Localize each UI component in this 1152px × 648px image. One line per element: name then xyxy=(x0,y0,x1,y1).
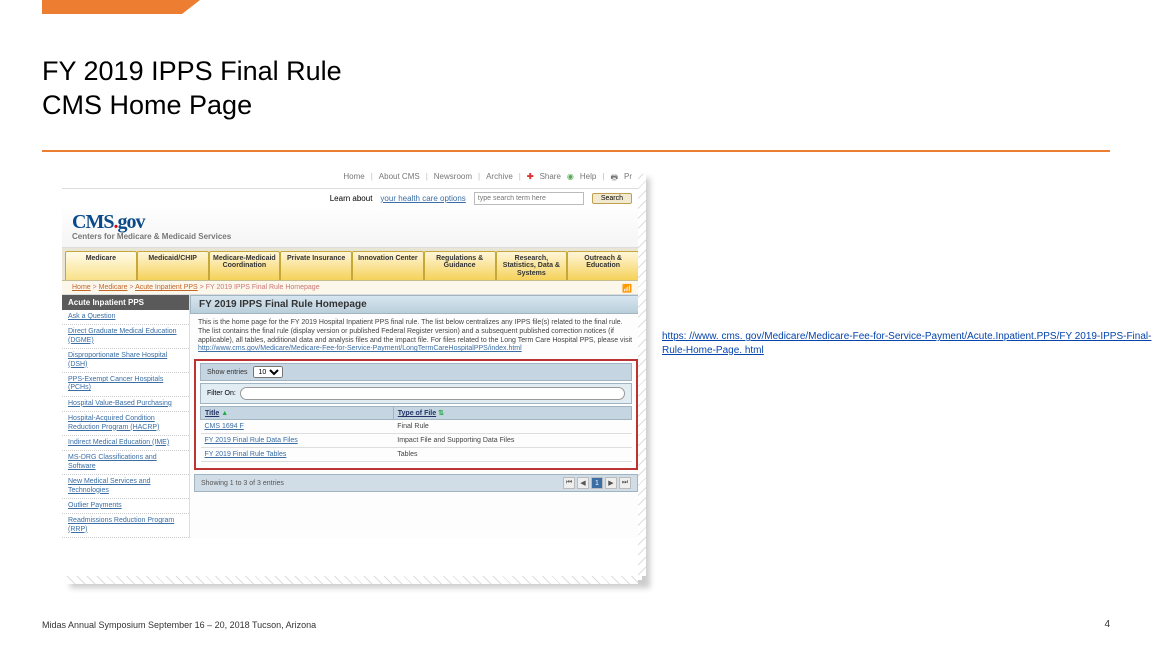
pager-prev-icon[interactable]: ◀ xyxy=(577,477,589,489)
learn-link[interactable]: your health care options xyxy=(380,194,465,203)
th-type[interactable]: Type of File ⇅ xyxy=(393,407,631,420)
tab-private[interactable]: Private Insurance xyxy=(280,251,352,280)
page-number: 4 xyxy=(1104,619,1110,630)
pager-last-icon[interactable]: ⏭ xyxy=(619,477,631,489)
learn-row: Learn about your health care options Sea… xyxy=(62,189,642,208)
cell-type: Final Rule xyxy=(393,420,631,434)
tab-medicare[interactable]: Medicare xyxy=(65,251,137,280)
reference-url[interactable]: https: //www. cms. gov/Medicare/Medicare… xyxy=(662,330,1152,357)
cell-title[interactable]: FY 2019 Final Rule Tables xyxy=(201,448,394,462)
pager-current[interactable]: 1 xyxy=(591,477,603,489)
cell-title[interactable]: CMS 1694 F xyxy=(201,420,394,434)
sidebar-item[interactable]: Readmissions Reduction Program (RRP) xyxy=(62,514,189,538)
main-body-text: This is the home page for the FY 2019 Ho… xyxy=(198,319,632,344)
print-icon: 🖶 xyxy=(610,172,618,186)
help-icon: ◉ xyxy=(567,172,574,186)
util-print[interactable]: Pr xyxy=(624,172,632,186)
main-heading: FY 2019 IPPS Final Rule Homepage xyxy=(190,295,642,314)
tab-regs[interactable]: Regulations & Guidance xyxy=(424,251,496,280)
show-entries-select[interactable]: 10 xyxy=(253,366,283,378)
util-home[interactable]: Home xyxy=(343,172,364,186)
sidebar-item[interactable]: Outlier Payments xyxy=(62,499,189,514)
main-body-link[interactable]: http://www.cms.gov/Medicare/Medicare-Fee… xyxy=(198,345,522,352)
show-entries-ctrl: Show entries 10 xyxy=(200,363,632,381)
showing-bar: Showing 1 to 3 of 3 entries ⏮ ◀ 1 ▶ ⏭ xyxy=(194,474,638,492)
sidebar-item[interactable]: New Medical Services and Technologies xyxy=(62,475,189,499)
filter-row: Filter On: xyxy=(200,383,632,404)
sidebar-item[interactable]: Hospital-Acquired Condition Reduction Pr… xyxy=(62,412,189,436)
util-news[interactable]: Newsroom xyxy=(434,172,472,186)
divider xyxy=(42,150,1110,152)
table-row: FY 2019 Final Rule Tables Tables xyxy=(201,448,632,462)
plus-icon: ✚ xyxy=(527,172,534,186)
table-row: FY 2019 Final Rule Data Files Impact Fil… xyxy=(201,434,632,448)
table-highlight: Show entries 10 Filter On: Title ▲ Type … xyxy=(194,359,638,470)
tab-medicaid[interactable]: Medicaid/CHIP xyxy=(137,251,209,280)
sidebar-item[interactable]: Disproportionate Share Hospital (DSH) xyxy=(62,349,189,373)
th-title[interactable]: Title ▲ xyxy=(201,407,394,420)
tab-innovation[interactable]: Innovation Center xyxy=(352,251,424,280)
tab-research[interactable]: Research, Statistics, Data & Systems xyxy=(496,251,568,280)
sidebar-header: Acute Inpatient PPS xyxy=(62,295,189,310)
cms-tagline: Centers for Medicare & Medicaid Services xyxy=(72,232,231,241)
cell-type: Impact File and Supporting Data Files xyxy=(393,434,631,448)
crumb-medicare[interactable]: Medicare xyxy=(99,284,128,291)
main-body: This is the home page for the FY 2019 Ho… xyxy=(190,314,642,359)
sidebar: Acute Inpatient PPS Ask a Question Direc… xyxy=(62,295,190,538)
table-row: CMS 1694 F Final Rule xyxy=(201,420,632,434)
breadcrumb: Home > Medicare > Acute Inpatient PPS > … xyxy=(62,281,642,295)
sidebar-item[interactable]: MS-DRG Classifications and Software xyxy=(62,451,189,475)
pager-next-icon[interactable]: ▶ xyxy=(605,477,617,489)
logo-row: CMS.gov Centers for Medicare & Medicaid … xyxy=(62,208,642,248)
sidebar-item[interactable]: Direct Graduate Medical Education (DGME) xyxy=(62,325,189,349)
crumb-home[interactable]: Home xyxy=(72,284,91,291)
slide-title: FY 2019 IPPS Final Rule CMS Home Page xyxy=(42,55,342,123)
files-table: Title ▲ Type of File ⇅ CMS 1694 F Final … xyxy=(200,406,632,462)
slide-accent-bar xyxy=(42,0,182,14)
cell-type: Tables xyxy=(393,448,631,462)
learn-prefix: Learn about xyxy=(330,194,373,203)
torn-edge-right xyxy=(638,174,646,576)
slide-footer: Midas Annual Symposium September 16 – 20… xyxy=(42,620,316,630)
tab-outreach[interactable]: Outreach & Education xyxy=(567,251,639,280)
sidebar-item[interactable]: Indirect Medical Education (IME) xyxy=(62,436,189,451)
util-help[interactable]: Help xyxy=(580,172,596,186)
filter-label: Filter On: xyxy=(207,390,236,397)
rss-icon[interactable]: 📶 xyxy=(622,284,632,293)
tab-coord[interactable]: Medicare-Medicaid Coordination xyxy=(209,251,281,280)
cell-title[interactable]: FY 2019 Final Rule Data Files xyxy=(201,434,394,448)
util-share[interactable]: Share xyxy=(540,172,561,186)
crumb-aipps[interactable]: Acute Inpatient PPS xyxy=(135,284,198,291)
showing-text: Showing 1 to 3 of 3 entries xyxy=(201,480,284,487)
sidebar-item[interactable]: Ask a Question xyxy=(62,310,189,325)
main-nav-tabs: Medicare Medicaid/CHIP Medicare-Medicaid… xyxy=(62,248,642,281)
show-entries-label: Show entries xyxy=(207,369,247,376)
search-button[interactable]: Search xyxy=(592,193,632,204)
reference-url-link[interactable]: https: //www. cms. gov/Medicare/Medicare… xyxy=(662,331,1151,356)
util-archive[interactable]: Archive xyxy=(486,172,513,186)
util-about[interactable]: About CMS xyxy=(379,172,420,186)
pager: ⏮ ◀ 1 ▶ ⏭ xyxy=(563,477,631,489)
title-line2: CMS Home Page xyxy=(42,90,252,120)
util-nav: Home| About CMS| Newsroom| Archive| ✚ Sh… xyxy=(62,170,642,189)
sidebar-item[interactable]: PPS-Exempt Cancer Hospitals (PCHs) xyxy=(62,373,189,397)
main-content: FY 2019 IPPS Final Rule Homepage This is… xyxy=(190,295,642,538)
search-input[interactable] xyxy=(474,192,584,205)
sidebar-item[interactable]: Hospital Value-Based Purchasing xyxy=(62,397,189,412)
pager-first-icon[interactable]: ⏮ xyxy=(563,477,575,489)
torn-edge-bottom xyxy=(66,576,638,584)
cms-screenshot: Home| About CMS| Newsroom| Archive| ✚ Sh… xyxy=(62,170,642,580)
cms-logo: CMS.gov xyxy=(72,211,231,234)
title-line1: FY 2019 IPPS Final Rule xyxy=(42,56,342,86)
crumb-current: FY 2019 IPPS Final Rule Homepage xyxy=(206,284,320,291)
filter-input[interactable] xyxy=(240,387,625,400)
